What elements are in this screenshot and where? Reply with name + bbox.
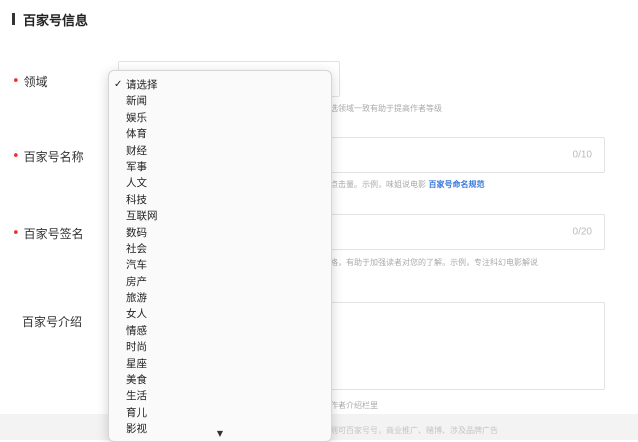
name-hint: 点击量。示例，味姐说电影 百家号命名规范: [330, 179, 485, 190]
dropdown-option[interactable]: 星座: [109, 356, 331, 372]
dropdown-option-label: 军事: [126, 160, 147, 173]
dropdown-option-label: 美食: [126, 374, 147, 387]
dropdown-option[interactable]: 房产: [109, 274, 331, 290]
section-title-bar: [12, 13, 15, 25]
name-label-text: 百家号名称: [23, 150, 84, 164]
scroll-down-arrow-icon[interactable]: ▼: [109, 429, 331, 438]
section-title-text: 百家号信息: [23, 13, 89, 29]
intro-label-text: 百家号介绍: [22, 315, 83, 329]
dropdown-option-label: 女人: [126, 308, 147, 321]
intro-hint: 作者介绍栏里: [330, 401, 378, 410]
dropdown-option-label: 体育: [126, 128, 147, 141]
dropdown-option[interactable]: 互联网: [109, 208, 331, 224]
dropdown-option-label: 房产: [126, 275, 147, 288]
dropdown-option[interactable]: 科技: [109, 192, 331, 208]
dropdown-option-label: 育儿: [126, 406, 147, 419]
domain-dropdown-menu[interactable]: ✓ 请选择新闻娱乐体育财经军事人文科技互联网数码社会汽车房产旅游女人情感时尚星座美…: [108, 70, 332, 442]
signature-label: • 百家号签名: [12, 225, 84, 242]
name-label: • 百家号名称: [12, 148, 84, 165]
dropdown-option[interactable]: 育儿: [109, 405, 331, 421]
domain-label-text: 领域: [23, 75, 48, 89]
dropdown-option-label: 互联网: [126, 210, 158, 223]
footer-hint: 本规则可百家号号，商业推广、赌博、涉及品牌广告: [314, 426, 498, 435]
required-dot: •: [12, 149, 20, 164]
domain-hint: 选领域一致有助于提高作者等级: [330, 104, 442, 113]
required-dot: •: [12, 226, 20, 241]
name-counter: 0/10: [572, 149, 592, 161]
dropdown-option[interactable]: 美食: [109, 372, 331, 388]
dropdown-option-label: 科技: [126, 193, 147, 206]
dropdown-option-label: 星座: [126, 357, 147, 370]
intro-label: 百家号介绍: [22, 313, 82, 330]
dropdown-option-label: 旅游: [126, 292, 147, 305]
dropdown-option-label: 汽车: [126, 259, 147, 272]
dropdown-option[interactable]: 情感: [109, 323, 331, 339]
dropdown-option[interactable]: 社会: [109, 241, 331, 257]
dropdown-option[interactable]: 军事: [109, 159, 331, 175]
signature-label-text: 百家号签名: [23, 227, 84, 241]
section-title: 百家号信息: [12, 10, 89, 29]
dropdown-option[interactable]: 新闻: [109, 93, 331, 109]
dropdown-option[interactable]: 数码: [109, 225, 331, 241]
dropdown-option[interactable]: 旅游: [109, 290, 331, 306]
dropdown-options: ✓ 请选择新闻娱乐体育财经军事人文科技互联网数码社会汽车房产旅游女人情感时尚星座美…: [109, 77, 331, 438]
check-icon: ✓: [114, 79, 123, 90]
dropdown-option-label: 新闻: [126, 95, 147, 108]
naming-rules-link[interactable]: 百家号命名规范: [429, 180, 485, 189]
dropdown-option[interactable]: 体育: [109, 126, 331, 142]
dropdown-option[interactable]: 女人: [109, 306, 331, 322]
dropdown-option[interactable]: 汽车: [109, 257, 331, 273]
domain-label: • 领域: [12, 73, 48, 90]
dropdown-option-label: 人文: [126, 177, 147, 190]
dropdown-option-label: 娱乐: [126, 111, 147, 124]
dropdown-option-label: 社会: [126, 242, 147, 255]
dropdown-option[interactable]: 人文: [109, 175, 331, 191]
name-hint-text: 点击量。示例，味姐说电影: [330, 180, 426, 189]
dropdown-option[interactable]: 时尚: [109, 339, 331, 355]
signature-hint: 格，有助于加强读者对您的了解。示例，专注科幻电影解说: [330, 258, 538, 267]
dropdown-option-label: 财经: [126, 144, 147, 157]
dropdown-option-label: 情感: [126, 324, 147, 337]
dropdown-option[interactable]: 财经: [109, 143, 331, 159]
required-dot: •: [12, 74, 20, 89]
dropdown-option-label: 时尚: [126, 341, 147, 354]
dropdown-option[interactable]: ✓ 请选择: [109, 77, 331, 93]
signature-counter: 0/20: [572, 226, 592, 238]
dropdown-option[interactable]: 生活: [109, 388, 331, 404]
dropdown-option-label: 生活: [126, 390, 147, 403]
dropdown-option-label: 请选择: [126, 79, 158, 91]
dropdown-option-label: 数码: [126, 226, 147, 239]
dropdown-option[interactable]: 娱乐: [109, 110, 331, 126]
